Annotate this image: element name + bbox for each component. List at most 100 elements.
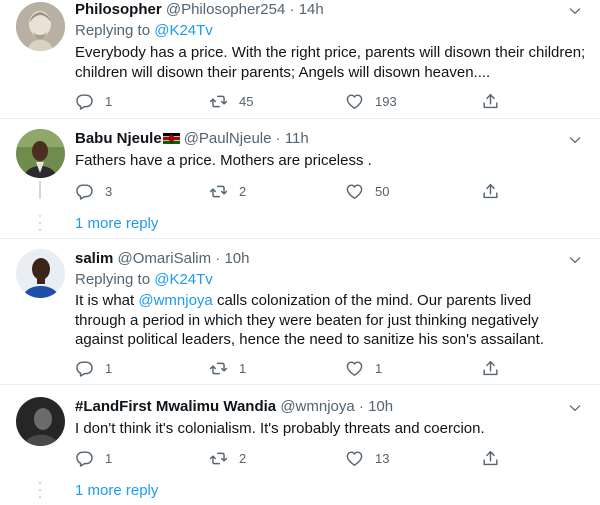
replying-to-label: Replying to xyxy=(75,22,155,39)
like-count: 1 xyxy=(375,360,383,376)
kenya-flag-icon xyxy=(162,133,180,144)
like-icon xyxy=(345,359,364,378)
reply-count: 1 xyxy=(105,450,113,466)
reply-count: 1 xyxy=(105,360,113,376)
tweet-actions: 1 45 193 xyxy=(75,90,505,112)
reply-button[interactable]: 1 xyxy=(75,90,112,112)
separator-dot: · xyxy=(289,1,295,18)
show-more-replies-link[interactable]: 1 more reply xyxy=(75,214,158,234)
reply-icon xyxy=(75,449,94,468)
tweet-text: I don't think it's colonialism. It's pro… xyxy=(75,420,485,437)
avatar[interactable] xyxy=(16,397,65,446)
avatar[interactable] xyxy=(16,249,65,298)
display-name[interactable]: #LandFirst Mwalimu Wandia xyxy=(75,398,276,415)
retweet-icon xyxy=(209,449,228,468)
avatar-image xyxy=(16,2,65,51)
handle[interactable]: @PaulNjeule xyxy=(184,130,272,147)
separator-dot: · xyxy=(215,250,221,267)
like-count: 13 xyxy=(375,450,390,466)
tweet-mwalimu-wandia[interactable]: #LandFirst Mwalimu Wandia @wmnjoya · 10h… xyxy=(0,385,600,505)
separator-dot: · xyxy=(275,130,281,147)
share-button[interactable] xyxy=(481,180,500,202)
reply-button[interactable]: 3 xyxy=(75,180,112,202)
tweet-text-part: It is what xyxy=(75,292,139,309)
share-button[interactable] xyxy=(481,447,500,469)
like-button[interactable]: 193 xyxy=(345,90,397,112)
like-button[interactable]: 1 xyxy=(345,357,382,379)
avatar[interactable] xyxy=(16,129,65,178)
tweet-actions: 1 1 1 xyxy=(75,357,505,379)
retweet-count: 45 xyxy=(239,93,254,109)
tweet-header: salim @OmariSalim · 10h xyxy=(75,249,590,269)
replying-to-label: Replying to xyxy=(75,271,155,288)
avatar-image xyxy=(16,129,65,178)
timestamp[interactable]: 10h xyxy=(224,250,249,267)
like-button[interactable]: 13 xyxy=(345,447,389,469)
retweet-icon xyxy=(209,359,228,378)
retweet-button[interactable]: 2 xyxy=(209,447,246,469)
timestamp[interactable]: 10h xyxy=(368,398,393,415)
reply-icon xyxy=(75,359,94,378)
tweet-header: #LandFirst Mwalimu Wandia @wmnjoya · 10h xyxy=(75,397,590,417)
retweet-button[interactable]: 1 xyxy=(209,357,246,379)
retweet-count: 2 xyxy=(239,450,247,466)
tweet-text: It is what @wmnjoya calls colonization o… xyxy=(75,291,550,350)
display-name[interactable]: salim xyxy=(75,250,113,267)
tweet-header: Philosopher @Philosopher254 · 14h xyxy=(75,0,590,20)
share-button[interactable] xyxy=(481,357,500,379)
mention-link[interactable]: @wmnjoya xyxy=(138,292,212,309)
reply-count: 3 xyxy=(105,183,113,199)
replying-to: Replying to @K24Tv xyxy=(75,21,590,41)
share-icon xyxy=(481,92,500,111)
reply-button[interactable]: 1 xyxy=(75,447,112,469)
timestamp[interactable]: 14h xyxy=(299,1,324,18)
separator-dot: · xyxy=(358,398,364,415)
retweet-icon xyxy=(209,92,228,111)
tweet-actions: 1 2 13 xyxy=(75,447,505,469)
avatar-image xyxy=(16,249,65,298)
reply-icon xyxy=(75,92,94,111)
thread-dots xyxy=(38,215,42,236)
reply-count: 1 xyxy=(105,93,113,109)
like-icon xyxy=(345,449,364,468)
replying-to-handle[interactable]: @K24Tv xyxy=(154,271,213,288)
caret-down-icon[interactable] xyxy=(568,401,582,415)
timestamp[interactable]: 11h xyxy=(285,130,309,147)
display-name[interactable]: Philosopher xyxy=(75,1,162,18)
retweet-count: 1 xyxy=(239,360,247,376)
tweet-text: Everybody has a price. With the right pr… xyxy=(75,44,586,81)
caret-down-icon[interactable] xyxy=(568,133,582,147)
replying-to: Replying to @K24Tv xyxy=(75,270,590,290)
like-icon xyxy=(345,182,364,201)
display-name[interactable]: Babu Njeule xyxy=(75,130,162,147)
handle[interactable]: @Philosopher254 xyxy=(166,1,285,18)
caret-down-icon[interactable] xyxy=(568,4,582,18)
tweet-salim[interactable]: salim @OmariSalim · 10h Replying to @K24… xyxy=(0,239,600,384)
reply-icon xyxy=(75,182,94,201)
thread-dots xyxy=(38,482,42,503)
show-more-replies-link[interactable]: 1 more reply xyxy=(75,481,158,501)
replying-to-handle[interactable]: @K24Tv xyxy=(154,22,213,39)
thread-line xyxy=(39,181,41,199)
tweet-header: Babu Njeule @PaulNjeule · 11h xyxy=(75,129,590,149)
like-icon xyxy=(345,92,364,111)
like-button[interactable]: 50 xyxy=(345,180,389,202)
share-icon xyxy=(481,449,500,468)
like-count: 50 xyxy=(375,183,390,199)
avatar[interactable] xyxy=(16,2,65,51)
retweet-button[interactable]: 2 xyxy=(209,180,246,202)
retweet-button[interactable]: 45 xyxy=(209,90,253,112)
handle[interactable]: @wmnjoya xyxy=(280,398,354,415)
handle[interactable]: @OmariSalim xyxy=(118,250,212,267)
share-button[interactable] xyxy=(481,90,500,112)
tweet-text: Fathers have a price. Mothers are pricel… xyxy=(75,152,372,169)
caret-down-icon[interactable] xyxy=(568,253,582,267)
tweet-actions: 3 2 50 xyxy=(75,180,505,202)
tweet-philosopher[interactable]: Philosopher @Philosopher254 · 14h Replyi… xyxy=(0,0,600,118)
retweet-count: 2 xyxy=(239,183,247,199)
tweet-babu-njeule[interactable]: Babu Njeule @PaulNjeule · 11h Fathers ha… xyxy=(0,119,600,239)
share-icon xyxy=(481,359,500,378)
like-count: 193 xyxy=(375,93,397,109)
reply-button[interactable]: 1 xyxy=(75,357,112,379)
share-icon xyxy=(481,182,500,201)
